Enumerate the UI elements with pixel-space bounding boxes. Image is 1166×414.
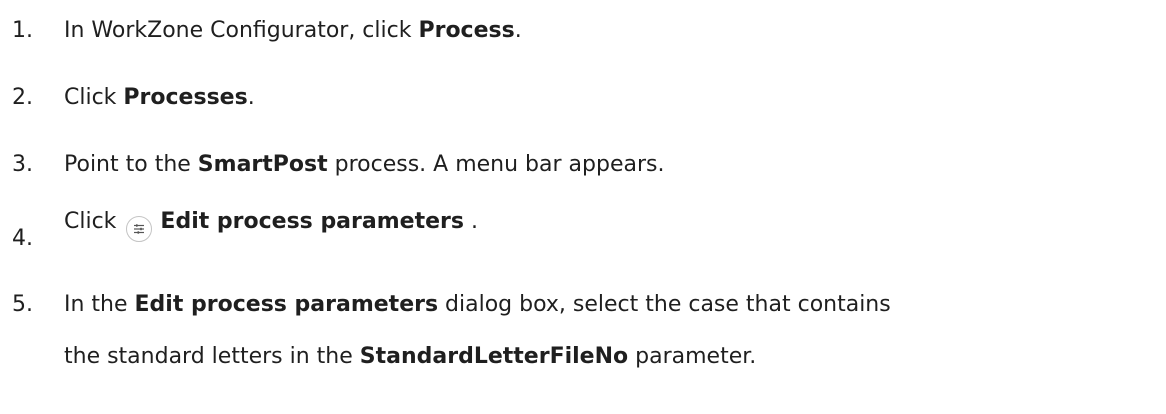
step-text: the standard letters in the StandardLett… (64, 344, 757, 369)
ui-term-processes: Processes (123, 85, 248, 110)
step-number: 2. (12, 85, 33, 110)
ui-term-process: Process (418, 18, 515, 43)
ui-term-standardletterfileno: StandardLetterFileNo (359, 344, 629, 369)
step-number: 4. (12, 226, 33, 251)
step-number: 3. (12, 152, 33, 177)
edit-parameters-icon (126, 216, 153, 242)
step-text: Click Processes. (64, 85, 255, 110)
ui-term-edit-process-parameters: Edit process parameters (160, 209, 464, 234)
step-number: 5. (12, 292, 33, 317)
step-text: In WorkZone Configurator, click Process. (64, 18, 522, 43)
step-4: 4. Click Edit process parameters . (0, 207, 1166, 267)
step-text: Point to the SmartPost process. A menu b… (64, 152, 665, 177)
step-number: 1. (12, 18, 33, 43)
ui-term-edit-process-parameters-dialog: Edit process parameters (134, 292, 439, 317)
ui-term-smartpost: SmartPost (197, 152, 328, 177)
step-text: Click Edit process parameters . (64, 207, 478, 242)
step-text: In the Edit process parameters dialog bo… (64, 292, 891, 317)
